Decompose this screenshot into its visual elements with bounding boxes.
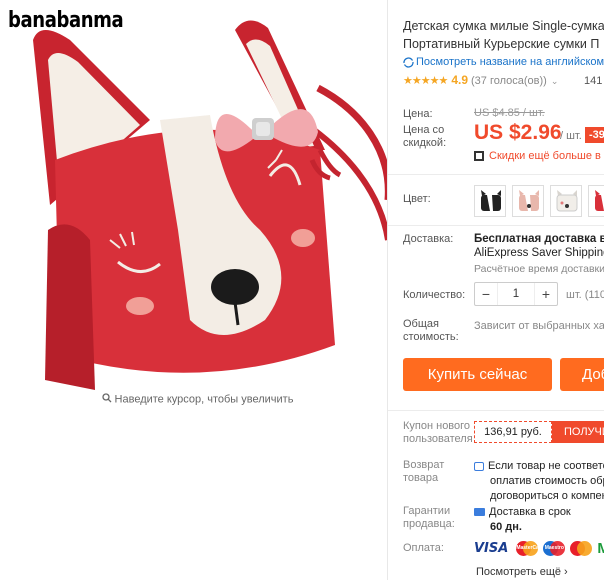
returns-label: Возврат товара: [403, 459, 444, 485]
promo-link[interactable]: Скидки ещё больше в пр: [474, 150, 604, 162]
shipping-method[interactable]: AliExpress Saver Shipping: [474, 247, 604, 259]
product-title-line-2: Портативный Курьерские сумки П: [403, 37, 600, 51]
returns-line-3: договориться о компен: [490, 490, 604, 502]
quantity-input[interactable]: 1: [497, 283, 535, 305]
zoom-hint-text: Наведите курсор, чтобы увеличить: [114, 393, 294, 406]
coupon-label-line-2: пользователя: [403, 433, 473, 445]
total-label-line-2: стоимость:: [403, 331, 459, 343]
orders-count: 141 з: [584, 75, 604, 87]
payment-methods: VISA MasterCard Maestro M: [474, 540, 604, 557]
separator: [388, 225, 604, 226]
guarantee-label: Гарантии продавца:: [403, 505, 455, 531]
discount-price-label-line-2: скидкой:: [403, 137, 447, 149]
rating-votes: (37 голоса(ов)): [471, 75, 547, 87]
mir-logo-icon: M: [597, 540, 604, 557]
color-swatch-pink[interactable]: [512, 185, 544, 217]
zoom-hint: Наведите курсор, чтобы увеличить: [0, 393, 395, 406]
delivery-truck-icon: [474, 508, 485, 517]
returns-label-line-2: товара: [403, 472, 439, 484]
product-title: Детская сумка милые Single-сумка Портати…: [403, 17, 604, 53]
separator: [388, 410, 604, 411]
mastercard-logo-icon: [570, 541, 593, 556]
mastercard-logo-text: MasterCard: [516, 545, 544, 551]
total-value: Зависит от выбранных хара: [474, 320, 604, 332]
guarantee-line-1: Доставка в срок: [489, 506, 571, 518]
returns-label-line-1: Возврат: [403, 459, 445, 471]
shipping-label: Доставка:: [403, 233, 454, 245]
divider: [387, 0, 388, 580]
quantity-stepper: − 1 +: [474, 282, 558, 306]
returns-line-2: оплатив стоимость обра: [490, 475, 604, 487]
maestro-logo-icon: Maestro: [543, 541, 566, 556]
total-label: Общая стоимость:: [403, 318, 459, 344]
guarantee-label-line-1: Гарантии: [403, 505, 451, 517]
translate-link-text: Посмотреть название на английском: [416, 56, 604, 68]
guarantee-info: Доставка в срок 60 дн.: [474, 505, 571, 535]
quantity-decrease-button[interactable]: −: [475, 286, 497, 302]
separator: [388, 174, 604, 175]
promo-text: Скидки ещё больше в пр: [489, 150, 604, 162]
product-title-line-1: Детская сумка милые Single-сумка: [403, 19, 604, 33]
coupon-label-line-1: Купон нового: [403, 420, 471, 432]
color-swatch-red[interactable]: [588, 185, 604, 217]
qr-code-icon: [474, 151, 484, 162]
color-swatch-white[interactable]: [550, 185, 582, 217]
coupon-amount: 136,91 руб.: [474, 421, 552, 443]
color-label: Цвет:: [403, 193, 431, 205]
payment-label: Оплата:: [403, 542, 444, 554]
quantity-label: Количество:: [403, 289, 466, 301]
coupon-label: Купон нового пользователя: [403, 420, 473, 446]
see-more-payment-link[interactable]: Посмотреть ещё ›: [476, 566, 568, 578]
current-price: US $2.96: [474, 121, 562, 144]
visa-logo-icon: VISA: [474, 541, 509, 556]
add-to-cart-button[interactable]: Доб: [560, 358, 604, 391]
rating-stars-icon: ★★★★★: [403, 75, 448, 87]
guarantee-label-line-2: продавца:: [403, 518, 455, 530]
shipping-title[interactable]: Бесплатная доставка в Ru: [474, 233, 604, 245]
buy-now-button[interactable]: Купить сейчас: [403, 358, 552, 391]
mastercard-logo-icon: MasterCard: [516, 541, 544, 556]
translate-icon: [403, 56, 414, 68]
return-policy-icon: [474, 461, 484, 471]
discount-price-label: Цена со скидкой:: [403, 124, 446, 150]
total-label-line-1: Общая: [403, 318, 439, 330]
stock-available: шт. (110: [566, 289, 604, 301]
quantity-increase-button[interactable]: +: [535, 286, 557, 302]
returns-info: Если товар не соответст оплатив стоимост…: [474, 459, 604, 504]
get-coupon-button[interactable]: ПОЛУЧИ: [552, 421, 604, 443]
magnifier-icon: [101, 393, 112, 406]
product-image[interactable]: [0, 0, 388, 392]
returns-line-1: Если товар не соответст: [488, 460, 604, 472]
guarantee-line-2: 60 дн.: [490, 521, 522, 533]
discount-price-label-line-1: Цена со: [403, 124, 445, 136]
maestro-logo-text: Maestro: [544, 545, 564, 551]
discount-badge: -39%: [585, 127, 604, 143]
translate-link[interactable]: Посмотреть название на английском: [403, 56, 604, 68]
price-label: Цена:: [403, 108, 433, 120]
color-swatch-black[interactable]: [474, 185, 506, 217]
price-unit: / шт.: [560, 130, 582, 142]
shipping-time: Расчётное время доставки:: [474, 263, 604, 275]
product-gallery: Наведите курсор, чтобы увеличить: [0, 0, 388, 580]
chevron-down-icon: ⌄: [550, 76, 559, 86]
rating-score: 4.9: [451, 73, 468, 87]
old-price: US $4.85 / шт.: [474, 107, 545, 119]
rating[interactable]: ★★★★★ 4.9 (37 голоса(ов)) ⌄: [403, 73, 558, 87]
